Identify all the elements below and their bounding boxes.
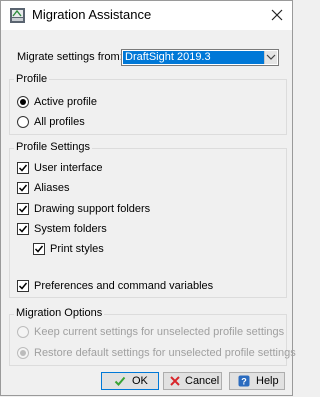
- cancel-button[interactable]: Cancel: [163, 372, 222, 390]
- close-icon[interactable]: [267, 6, 287, 24]
- user-interface-checkbox[interactable]: [17, 162, 29, 174]
- system-folders-label: System folders: [34, 223, 107, 235]
- checkmark-icon: [18, 205, 28, 213]
- draftsight-app-icon: [10, 8, 25, 23]
- ok-button-label: OK: [132, 375, 148, 387]
- help-button-label: Help: [256, 375, 279, 387]
- user-interface-label: User interface: [34, 162, 103, 174]
- aliases-label: Aliases: [34, 182, 70, 194]
- aliases-checkbox[interactable]: [17, 182, 29, 194]
- migration-assistance-dialog: Migration Assistance Migrate settings fr…: [0, 0, 296, 396]
- window-title: Migration Assistance: [32, 7, 152, 22]
- all-profiles-label: All profiles: [34, 116, 85, 128]
- chevron-down-icon: [266, 54, 276, 60]
- preferences-command-variables-checkbox[interactable]: [17, 280, 29, 292]
- drawing-support-folders-label: Drawing support folders: [34, 203, 151, 215]
- keep-current-settings-radio[interactable]: [17, 326, 29, 338]
- checkmark-icon: [18, 282, 28, 290]
- drawing-support-folders-checkbox[interactable]: [17, 203, 29, 215]
- checkmark-icon: [114, 376, 126, 386]
- title-bar: Migration Assistance: [1, 1, 292, 30]
- dropdown-arrow[interactable]: [264, 51, 277, 64]
- active-profile-radio[interactable]: [17, 96, 29, 108]
- preferences-command-variables-label: Preferences and command variables: [34, 280, 214, 292]
- print-styles-checkbox[interactable]: [33, 243, 45, 255]
- migrate-from-select[interactable]: DraftSight 2019.3 (19.3.4107): [121, 49, 279, 66]
- migration-options-group-label: Migration Options: [14, 307, 105, 319]
- checkmark-icon: [18, 164, 28, 172]
- cancel-button-label: Cancel: [185, 375, 220, 387]
- migrate-from-value: DraftSight 2019.3 (19.3.4107): [123, 51, 264, 64]
- checkmark-icon: [18, 184, 28, 192]
- profile-group-label: Profile: [14, 73, 50, 85]
- migrate-from-label: Migrate settings from:: [17, 51, 123, 63]
- print-styles-label: Print styles: [50, 243, 104, 255]
- cancel-x-icon: [170, 376, 180, 386]
- keep-current-settings-label: Keep current settings for unselected pro…: [34, 326, 285, 338]
- checkmark-icon: [34, 245, 44, 253]
- restore-default-settings-label: Restore default settings for unselected …: [34, 347, 296, 359]
- system-folders-checkbox[interactable]: [17, 223, 29, 235]
- help-icon: ?: [238, 375, 250, 387]
- help-button[interactable]: ? Help: [229, 372, 285, 390]
- profile-settings-group-label: Profile Settings: [14, 141, 92, 153]
- svg-text:?: ?: [241, 377, 247, 387]
- checkmark-icon: [18, 225, 28, 233]
- all-profiles-radio[interactable]: [17, 116, 29, 128]
- active-profile-label: Active profile: [34, 96, 97, 108]
- ok-button[interactable]: OK: [101, 372, 159, 390]
- restore-default-settings-radio[interactable]: [17, 347, 29, 359]
